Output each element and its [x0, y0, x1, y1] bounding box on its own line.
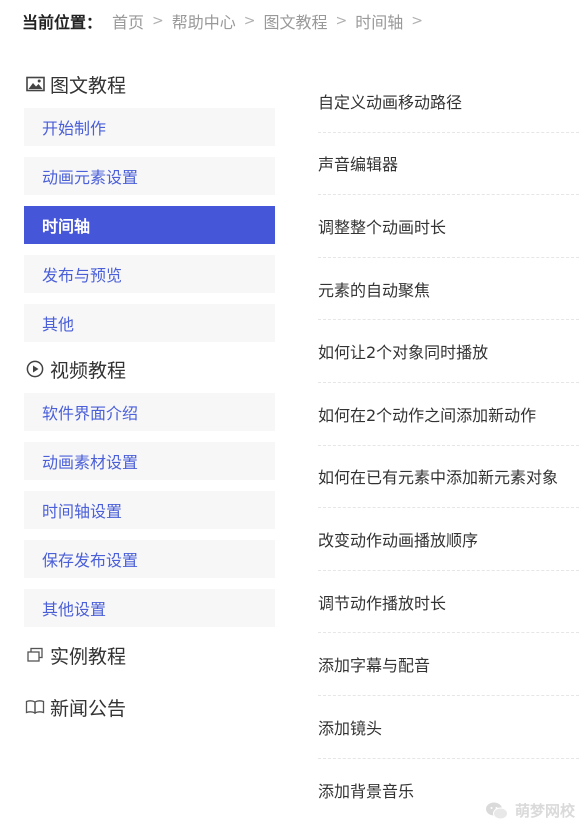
section-title-text: 视频教程 — [50, 359, 127, 382]
list-item[interactable]: 调节动作播放时长 — [318, 571, 579, 634]
list-item[interactable]: 添加镜头 — [318, 696, 579, 759]
breadcrumb: 当前位置： 首页 > 帮助中心 > 图文教程 > 时间轴 > — [22, 9, 431, 33]
list-item[interactable]: 元素的自动聚焦 — [318, 258, 579, 321]
sidebar-item-software-interface[interactable]: 软件界面介绍 — [24, 393, 275, 431]
list-item[interactable]: 调整整个动画时长 — [318, 195, 579, 258]
breadcrumb-separator: > — [411, 13, 424, 29]
watermark-text: 萌梦网校 — [514, 802, 575, 820]
article-list-panel: 自定义动画移动路径 声音编辑器 调整整个动画时长 元素的自动聚焦 如何让2个对象… — [318, 70, 579, 821]
section-title-text: 图文教程 — [50, 74, 127, 97]
section-example-tutorials[interactable]: 实例教程 — [24, 639, 275, 671]
list-item[interactable]: 改变动作动画播放顺序 — [318, 508, 579, 571]
list-item[interactable]: 添加字幕与配音 — [318, 633, 579, 696]
stack-icon — [24, 644, 46, 666]
list-item[interactable]: 如何在2个动作之间添加新动作 — [318, 383, 579, 446]
wechat-icon — [485, 801, 509, 821]
section-title-text: 实例教程 — [50, 645, 127, 668]
breadcrumb-timeline[interactable]: 时间轴 — [355, 9, 403, 33]
sidebar-item-animation-assets[interactable]: 动画素材设置 — [24, 442, 275, 480]
sidebar: 图文教程 开始制作 动画元素设置 时间轴 发布与预览 其他 视频教程 软件界面介… — [24, 68, 275, 723]
list-item[interactable]: 声音编辑器 — [318, 133, 579, 196]
sidebar-item-publish-preview[interactable]: 发布与预览 — [24, 255, 275, 293]
article-list: 自定义动画移动路径 声音编辑器 调整整个动画时长 元素的自动聚焦 如何让2个对象… — [318, 70, 579, 821]
list-item[interactable]: 如何在已有元素中添加新元素对象 — [318, 446, 579, 509]
sidebar-item-start-making[interactable]: 开始制作 — [24, 108, 275, 146]
sidebar-item-other-settings[interactable]: 其他设置 — [24, 589, 275, 627]
sidebar-item-other[interactable]: 其他 — [24, 304, 275, 342]
menu-image-tutorials: 开始制作 动画元素设置 时间轴 发布与预览 其他 — [24, 108, 275, 342]
section-video-tutorials[interactable]: 视频教程 — [24, 353, 275, 385]
breadcrumb-separator: > — [243, 13, 256, 29]
watermark: 萌梦网校 — [485, 800, 575, 821]
section-news[interactable]: 新闻公告 — [24, 691, 275, 723]
list-item[interactable]: 自定义动画移动路径 — [318, 70, 579, 133]
breadcrumb-separator: > — [335, 13, 348, 29]
sidebar-item-save-publish[interactable]: 保存发布设置 — [24, 540, 275, 578]
breadcrumb-label: 当前位置： — [22, 13, 103, 32]
sidebar-item-timeline-settings[interactable]: 时间轴设置 — [24, 491, 275, 529]
breadcrumb-separator: > — [152, 13, 164, 29]
section-title-text: 新闻公告 — [50, 697, 127, 720]
image-icon — [24, 73, 46, 95]
play-circle-icon — [24, 358, 46, 380]
sidebar-item-animation-elements[interactable]: 动画元素设置 — [24, 157, 275, 195]
breadcrumb-home[interactable]: 首页 — [112, 9, 144, 33]
breadcrumb-image-tutorials[interactable]: 图文教程 — [264, 9, 328, 33]
sidebar-item-timeline[interactable]: 时间轴 — [24, 206, 275, 244]
breadcrumb-help-center[interactable]: 帮助中心 — [172, 9, 236, 33]
menu-video-tutorials: 软件界面介绍 动画素材设置 时间轴设置 保存发布设置 其他设置 — [24, 393, 275, 627]
list-item[interactable]: 如何让2个对象同时播放 — [318, 320, 579, 383]
section-image-tutorials[interactable]: 图文教程 — [24, 68, 275, 100]
open-book-icon — [24, 696, 46, 718]
